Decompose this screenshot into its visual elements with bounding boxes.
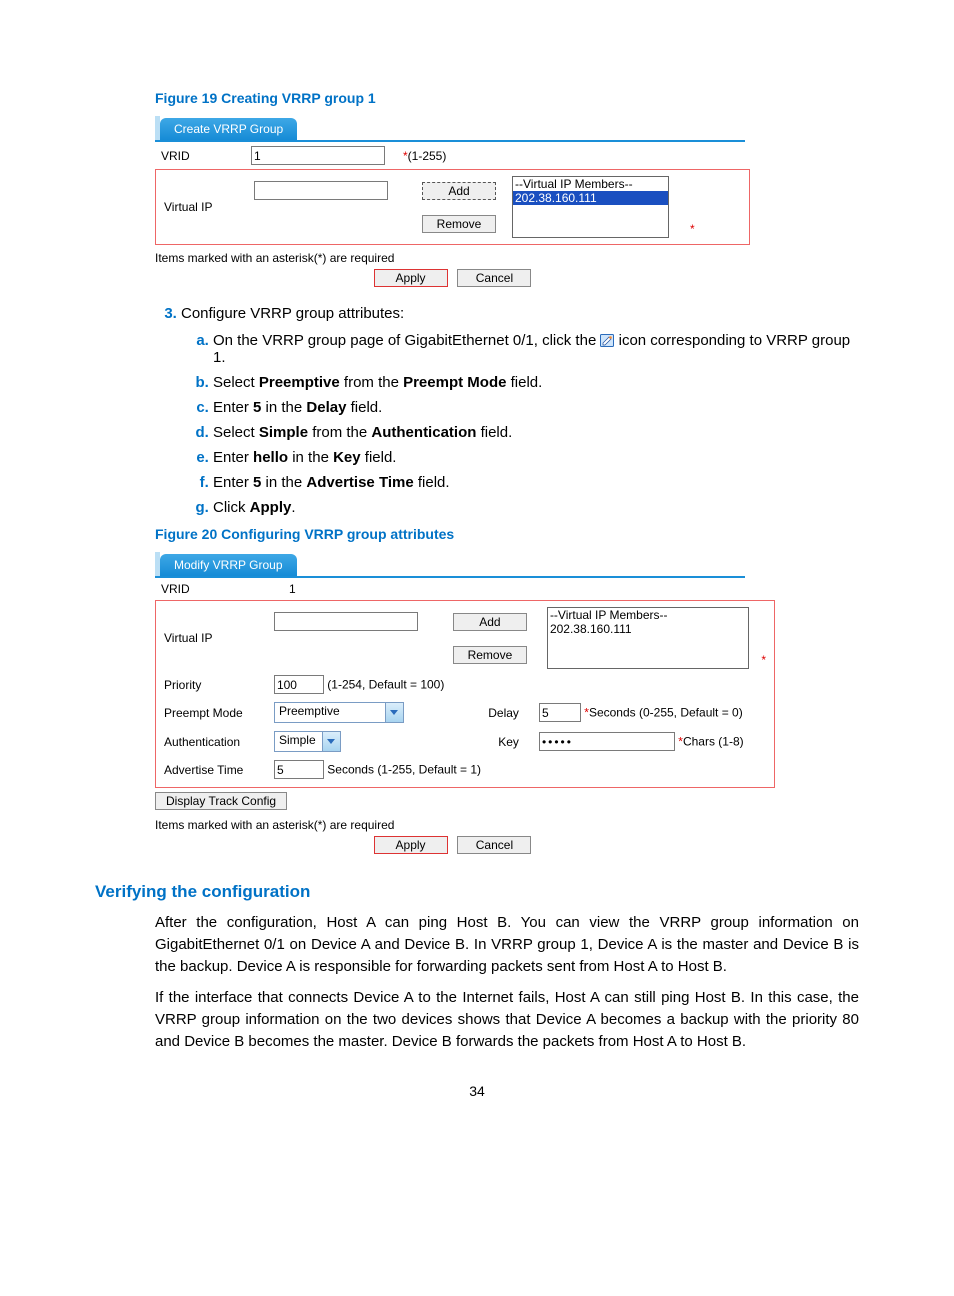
step-3c: Enter 5 in the Delay field. xyxy=(213,399,859,416)
vip-members-header: --Virtual IP Members-- xyxy=(513,177,668,191)
apply-button[interactable]: Apply xyxy=(374,269,448,287)
step-3: Configure VRRP group attributes: On the … xyxy=(181,305,859,516)
step3-text: Configure VRRP group attributes: xyxy=(181,305,404,322)
apply-button[interactable]: Apply xyxy=(374,836,448,854)
display-track-button[interactable]: Display Track Config xyxy=(155,792,287,810)
cancel-button[interactable]: Cancel xyxy=(457,836,531,854)
create-vrrp-form: VRID * (1-255) Virtual IP Add xyxy=(155,142,750,245)
tabstrip: Modify VRRP Group xyxy=(155,552,745,578)
key-hint: Chars (1-8) xyxy=(683,735,744,749)
adv-label: Advertise Time xyxy=(158,756,268,783)
vip-members-header: --Virtual IP Members-- xyxy=(548,608,748,622)
vrid-label: VRID xyxy=(155,142,245,169)
chevron-down-icon xyxy=(385,703,403,722)
remove-button[interactable]: Remove xyxy=(422,215,496,233)
page-number: 34 xyxy=(95,1083,859,1099)
auth-label: Authentication xyxy=(158,727,268,756)
vip-members-item[interactable]: 202.38.160.111 xyxy=(513,191,668,205)
step-3f: Enter 5 in the Advertise Time field. xyxy=(213,474,859,491)
vip-members-list[interactable]: --Virtual IP Members-- 202.38.160.111 xyxy=(512,176,669,238)
verify-p1: After the configuration, Host A can ping… xyxy=(155,912,859,977)
vip-members-list[interactable]: --Virtual IP Members-- 202.38.160.111 xyxy=(547,607,749,669)
tab-create-vrrp[interactable]: Create VRRP Group xyxy=(160,118,297,140)
vip-input[interactable] xyxy=(274,612,418,631)
asterisk: * xyxy=(761,653,766,667)
create-vrrp-panel: Create VRRP Group VRID * (1-255) Virtual … xyxy=(155,116,775,245)
auth-dropdown[interactable]: Simple xyxy=(274,731,341,752)
step-3e: Enter hello in the Key field. xyxy=(213,449,859,466)
step-3d: Select Simple from the Authentication fi… xyxy=(213,424,859,441)
required-footnote: Items marked with an asterisk(*) are req… xyxy=(155,818,859,832)
step-3g: Click Apply. xyxy=(213,499,859,516)
step-3a: On the VRRP group page of GigabitEtherne… xyxy=(213,332,859,366)
figure19-caption: Figure 19 Creating VRRP group 1 xyxy=(155,90,859,106)
vrid-value: 1 xyxy=(283,578,775,600)
edit-icon xyxy=(600,334,614,347)
priority-hint: (1-254, Default = 100) xyxy=(327,678,444,692)
verify-p2: If the interface that connects Device A … xyxy=(155,987,859,1052)
step-list: Configure VRRP group attributes: On the … xyxy=(155,305,859,516)
vip-label: Virtual IP xyxy=(158,174,248,240)
delay-input[interactable] xyxy=(539,703,581,722)
key-input[interactable] xyxy=(539,732,675,751)
add-button[interactable]: Add xyxy=(453,613,527,631)
adv-hint: Seconds (1-255, Default = 1) xyxy=(327,763,481,777)
delay-hint: Seconds (0-255, Default = 0) xyxy=(589,706,743,720)
preempt-label: Preempt Mode xyxy=(158,698,268,727)
required-footnote: Items marked with an asterisk(*) are req… xyxy=(155,251,859,265)
priority-input[interactable] xyxy=(274,675,324,694)
adv-input[interactable] xyxy=(274,760,324,779)
step-3b: Select Preemptive from the Preempt Mode … xyxy=(213,374,859,391)
vip-members-item[interactable]: 202.38.160.111 xyxy=(548,622,748,636)
tab-modify-vrrp[interactable]: Modify VRRP Group xyxy=(160,554,297,576)
vip-label: Virtual IP xyxy=(158,605,268,671)
asterisk: * xyxy=(690,222,695,236)
cancel-button[interactable]: Cancel xyxy=(457,269,531,287)
vip-input[interactable] xyxy=(254,181,388,200)
vrid-hint: (1-255) xyxy=(408,149,447,163)
figure20-caption: Figure 20 Configuring VRRP group attribu… xyxy=(155,526,859,542)
vrid-input[interactable] xyxy=(251,146,385,165)
modify-vrrp-panel: Modify VRRP Group VRID 1 Virtual IP Add xyxy=(155,552,775,812)
preempt-dropdown[interactable]: Preemptive xyxy=(274,702,404,723)
vrid-label: VRID xyxy=(155,578,283,600)
add-button[interactable]: Add xyxy=(422,182,496,200)
key-label: Key xyxy=(427,727,533,756)
verify-heading: Verifying the configuration xyxy=(95,882,859,902)
remove-button[interactable]: Remove xyxy=(453,646,527,664)
tabstrip: Create VRRP Group xyxy=(155,116,745,142)
chevron-down-icon xyxy=(322,732,340,751)
priority-label: Priority xyxy=(158,671,268,698)
delay-label: Delay xyxy=(427,698,533,727)
